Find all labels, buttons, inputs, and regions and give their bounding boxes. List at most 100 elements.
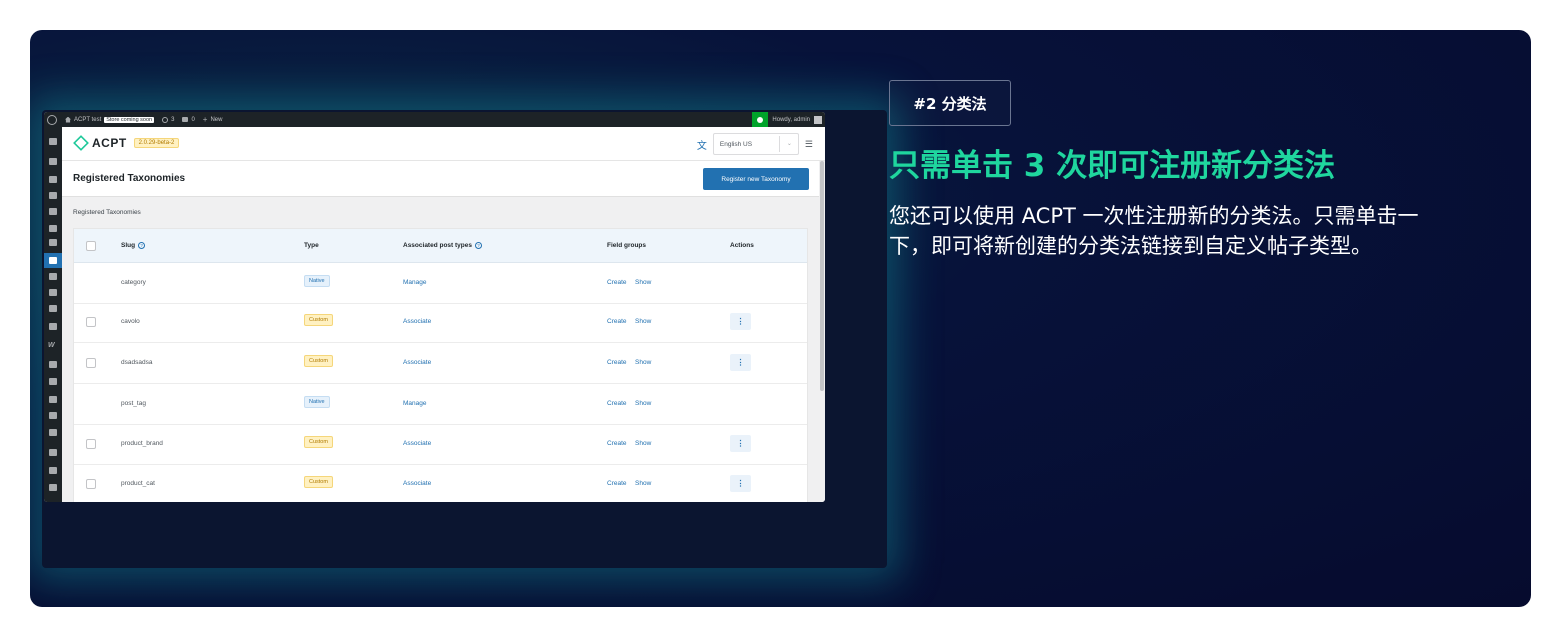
products-icon[interactable]: [49, 361, 57, 368]
dashboard-icon[interactable]: [49, 138, 57, 145]
version-badge: 2.0.29-beta-2: [133, 138, 180, 148]
row-actions-menu-icon[interactable]: ⋮: [730, 313, 751, 330]
updates-icon: [162, 116, 169, 123]
row-checkbox[interactable]: [86, 317, 96, 327]
associate-link[interactable]: Manage: [403, 400, 427, 407]
associate-link[interactable]: Associate: [403, 318, 431, 325]
show-link[interactable]: Show: [635, 279, 651, 286]
menu-icon[interactable]: ☰: [805, 139, 813, 150]
howdy-user[interactable]: Howdy, admin: [772, 117, 810, 123]
type-badge: Custom: [304, 436, 333, 448]
row-checkbox[interactable]: [86, 439, 96, 449]
register-taxonomy-button[interactable]: Register new Taxonomy: [703, 168, 809, 190]
associate-link[interactable]: Associate: [403, 440, 431, 447]
comments-icon[interactable]: [49, 208, 57, 215]
table-row: post_tag Native Manage Create Show: [74, 384, 807, 425]
create-link[interactable]: Create: [607, 400, 627, 407]
row-slug: cavolo: [121, 318, 140, 325]
table-icon[interactable]: [49, 289, 57, 296]
row-checkbox[interactable]: [86, 479, 96, 489]
create-link[interactable]: Create: [607, 480, 627, 487]
row-actions-menu-icon[interactable]: ⋮: [730, 435, 751, 452]
scrollbar-thumb[interactable]: [820, 161, 824, 391]
row-actions-menu-icon[interactable]: ⋮: [730, 475, 751, 492]
comment-icon: [182, 117, 189, 122]
row-slug: product_brand: [121, 440, 163, 447]
table-row: cavolo Custom Associate Create Show ⋮: [74, 302, 807, 343]
column-type: Type: [304, 242, 319, 249]
grid-icon[interactable]: [49, 305, 57, 312]
row-slug: dsadsadsa: [121, 359, 153, 366]
create-link[interactable]: Create: [607, 359, 627, 366]
wp-admin-bar: ACPT test Store coming soon 3 0 + New Ho…: [44, 112, 825, 127]
pages-icon[interactable]: [49, 192, 57, 199]
associate-link[interactable]: Manage: [403, 279, 427, 286]
new-content-link[interactable]: + New: [203, 115, 223, 124]
row-slug: post_tag: [121, 400, 146, 407]
chart-icon[interactable]: [49, 323, 57, 330]
help-icon[interactable]: ?: [475, 242, 482, 249]
associate-link[interactable]: Associate: [403, 359, 431, 366]
create-link[interactable]: Create: [607, 279, 627, 286]
type-badge: Custom: [304, 314, 333, 326]
type-badge: Native: [304, 275, 330, 287]
feedback-icon[interactable]: [49, 225, 57, 232]
type-badge: Custom: [304, 476, 333, 488]
comments-link[interactable]: 0: [182, 117, 195, 123]
appearance-icon[interactable]: [49, 449, 57, 456]
help-icon[interactable]: ?: [138, 242, 146, 249]
scrollbar[interactable]: [819, 161, 825, 502]
show-link[interactable]: Show: [635, 480, 651, 487]
bell-icon[interactable]: [49, 396, 57, 403]
payments-icon[interactable]: [49, 378, 57, 385]
description: 您还可以使用 ACPT 一次性注册新的分类法。只需单击一下，即可将新创建的分类法…: [889, 204, 1419, 259]
site-health-badge[interactable]: [752, 112, 769, 127]
acpt-icon[interactable]: [49, 239, 57, 246]
acpt-logo-text: ACPT: [92, 136, 127, 150]
acpt-header: ACPT 2.0.29-beta-2 文 English US ⌄ ☰: [62, 127, 825, 161]
analytics-icon[interactable]: [49, 412, 57, 419]
acpt-logo[interactable]: ACPT 2.0.29-beta-2: [73, 135, 180, 151]
woocommerce-icon[interactable]: W: [48, 342, 55, 349]
show-link[interactable]: Show: [635, 440, 651, 447]
create-link[interactable]: Create: [607, 440, 627, 447]
page-title: Registered Taxonomies: [73, 173, 186, 184]
column-associated: Associated post types ?: [403, 242, 482, 249]
column-slug-label: Slug: [121, 242, 136, 249]
app-screenshot: ACPT test Store coming soon 3 0 + New Ho…: [44, 112, 825, 502]
forms-icon[interactable]: [49, 273, 57, 280]
row-checkbox[interactable]: [86, 358, 96, 368]
users-icon[interactable]: [49, 484, 57, 491]
column-associated-label: Associated post types: [403, 242, 472, 249]
table-row: product_brand Custom Associate Create Show ⋮: [74, 424, 807, 465]
marketing-icon[interactable]: [49, 429, 57, 436]
avatar[interactable]: [814, 115, 822, 124]
column-slug[interactable]: Slug ?: [121, 242, 146, 249]
plugins-icon[interactable]: [49, 467, 57, 474]
headline: 只需单击 3 次即可注册新分类法: [889, 148, 1336, 184]
page-header: Registered Taxonomies Register new Taxon…: [62, 161, 825, 197]
table-row: category Native Manage Create Show: [74, 263, 807, 304]
wordpress-logo-icon[interactable]: [47, 114, 57, 125]
row-actions-menu-icon[interactable]: ⋮: [730, 354, 751, 371]
media-icon[interactable]: [49, 176, 57, 183]
sidebar-item-acpt-active[interactable]: [44, 253, 62, 268]
breadcrumb: Registered Taxonomies: [73, 209, 141, 216]
acpt-cube-icon: [73, 135, 89, 151]
column-field-groups: Field groups: [607, 242, 646, 249]
updates-count: 3: [171, 116, 175, 123]
updates-link[interactable]: 3: [162, 116, 175, 123]
table-row: dsadsadsa Custom Associate Create Show ⋮: [74, 343, 807, 384]
associate-link[interactable]: Associate: [403, 480, 431, 487]
language-select[interactable]: English US ⌄: [712, 133, 799, 155]
wp-admin-sidebar: W: [44, 127, 62, 502]
site-name-link[interactable]: ACPT test Store coming soon: [65, 116, 155, 123]
translate-icon: 文: [696, 140, 707, 152]
show-link[interactable]: Show: [635, 400, 651, 407]
show-link[interactable]: Show: [635, 318, 651, 325]
type-badge: Custom: [304, 355, 333, 367]
pin-icon[interactable]: [49, 158, 57, 165]
create-link[interactable]: Create: [607, 318, 627, 325]
show-link[interactable]: Show: [635, 359, 651, 366]
select-all-checkbox[interactable]: [86, 241, 96, 251]
